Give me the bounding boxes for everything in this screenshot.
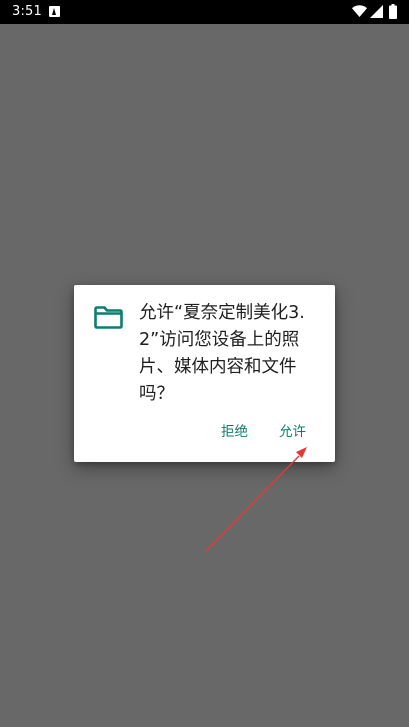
signal-icon	[370, 5, 383, 18]
wifi-icon	[352, 5, 367, 18]
status-bar: 3:51	[0, 0, 409, 24]
dialog-message: 允许“夏奈定制美化3.2”访问您设备上的照片、媒体内容和文件吗？	[139, 303, 305, 404]
folder-icon	[94, 306, 123, 329]
battery-icon	[389, 4, 397, 19]
deny-button[interactable]: 拒绝	[221, 422, 248, 442]
allow-button[interactable]: 允许	[279, 422, 306, 442]
permission-dialog: 允许“夏奈定制美化3.2”访问您设备上的照片、媒体内容和文件吗？ 拒绝 允许	[74, 285, 335, 462]
text-a-icon	[49, 6, 60, 17]
status-time: 3:51	[12, 4, 42, 19]
